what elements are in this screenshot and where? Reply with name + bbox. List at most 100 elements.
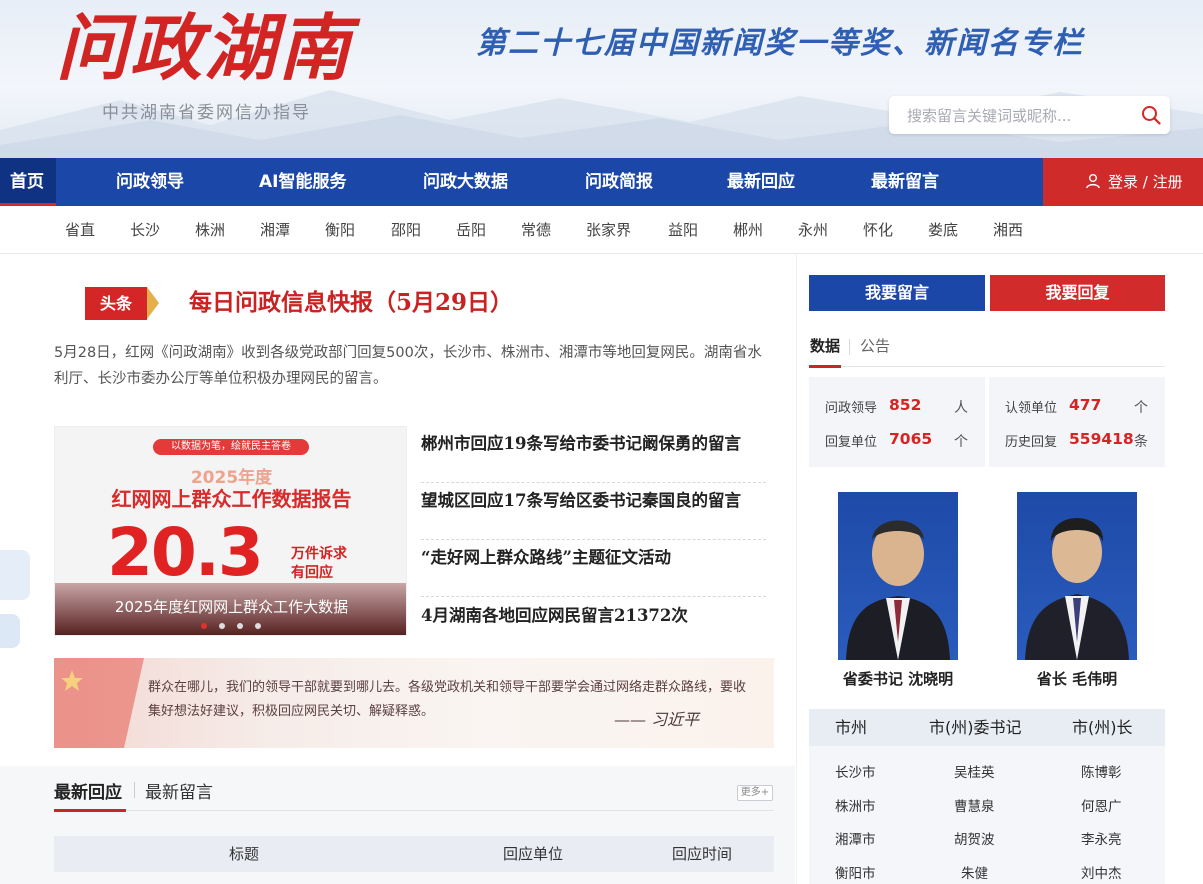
stat-unit: 个 xyxy=(1134,400,1148,416)
award-slogan: 第二十七届中国新闻奖一等奖、新闻名专栏 xyxy=(476,26,1084,61)
news-item[interactable]: “走好网上群众路线”主题征文活动 xyxy=(421,540,766,597)
reply-button[interactable]: 我要回复 xyxy=(990,275,1165,311)
carousel-report-title: 红网网上群众工作数据报告 xyxy=(111,487,352,511)
stat-value: 477 xyxy=(1069,396,1102,414)
carousel-unit: 万件诉求 有回应 xyxy=(291,545,347,583)
column-secretary: 市(州)委书记 xyxy=(929,718,1022,737)
stat-label: 回复单位 xyxy=(825,435,878,450)
login-register-link[interactable]: 登录 / 注册 xyxy=(1108,158,1183,206)
stat-label: 历史回复 xyxy=(1005,435,1058,450)
city-name[interactable]: 湘潭市 xyxy=(835,828,876,848)
city-link[interactable]: 永州 xyxy=(798,206,828,254)
stat-unit: 条 xyxy=(1134,434,1148,450)
tab-latest-message[interactable]: 最新留言 xyxy=(145,778,213,803)
city-link[interactable]: 湘潭 xyxy=(260,206,290,254)
headline-tag-tip xyxy=(147,287,159,319)
tab-active-underline xyxy=(809,365,841,368)
nav-item-latest-message[interactable]: 最新留言 xyxy=(871,158,939,206)
carousel-chip: 以数据为笔，绘就民主答卷 xyxy=(153,439,309,455)
tab-baseline xyxy=(54,810,774,811)
column-time: 回应时间 xyxy=(672,845,733,863)
city-name[interactable]: 长沙市 xyxy=(835,761,876,781)
secretary-name[interactable]: 胡贺波 xyxy=(954,828,995,848)
tab-data[interactable]: 数据 xyxy=(810,335,840,356)
news-item[interactable]: 望城区回应17条写给区委书记秦国良的留言 xyxy=(421,483,766,540)
quote-signature: —— 习近平 xyxy=(614,710,700,729)
tab-divider xyxy=(849,339,850,355)
secretary-name[interactable]: 朱健 xyxy=(961,862,988,882)
nav-item-latest-response[interactable]: 最新回应 xyxy=(727,158,795,206)
stats-box-left xyxy=(809,377,985,467)
city-link[interactable]: 常德 xyxy=(521,206,551,254)
news-item[interactable]: 4月湖南各地回应网民留言21372次 xyxy=(421,598,766,655)
city-name[interactable]: 衡阳市 xyxy=(835,862,876,882)
headline-tag: 头条 xyxy=(85,287,147,320)
image-carousel[interactable]: 以数据为笔，绘就民主答卷 2025年度 红网网上群众工作数据报告 20.3 万件… xyxy=(54,426,407,636)
stat-label: 问政领导 xyxy=(825,401,878,416)
city-name[interactable]: 株洲市 xyxy=(835,795,876,815)
mayor-name[interactable]: 何恩广 xyxy=(1081,795,1122,815)
headline-title[interactable]: 每日问政信息快报（5月29日） xyxy=(189,284,513,322)
carousel-caption[interactable]: 2025年度红网网上群众工作大数据 xyxy=(55,596,406,617)
headline-summary: 5月28日，红网《问政湖南》收到各级党政部门回复500次，长沙市、株洲市、湘潭市… xyxy=(54,345,762,387)
logo-subtitle: 中共湖南省委网信办指导 xyxy=(102,103,311,123)
column-unit: 回应单位 xyxy=(503,845,564,863)
carousel-dot[interactable] xyxy=(201,623,207,629)
carousel-unit-line2: 有回应 xyxy=(291,565,333,581)
mayor-name[interactable]: 刘中杰 xyxy=(1081,862,1122,882)
carousel-big-number: 20.3 xyxy=(107,514,264,591)
city-link[interactable]: 张家界 xyxy=(586,206,631,254)
city-link[interactable]: 益阳 xyxy=(668,206,698,254)
city-link[interactable]: 湘西 xyxy=(993,206,1023,254)
nav-item-briefing[interactable]: 问政简报 xyxy=(585,158,653,206)
portrait-silhouette xyxy=(846,520,950,660)
site-logo[interactable]: 问政湖南 xyxy=(56,0,352,96)
nav-item-leaders[interactable]: 问政领导 xyxy=(116,158,184,206)
tab-notice[interactable]: 公告 xyxy=(860,335,890,356)
user-icon[interactable] xyxy=(1085,173,1101,189)
tab-divider xyxy=(134,782,135,798)
search-icon[interactable] xyxy=(1141,105,1161,125)
leader-photo[interactable] xyxy=(838,492,958,660)
stat-label: 认领单位 xyxy=(1005,401,1058,416)
carousel-dot[interactable] xyxy=(255,623,261,629)
more-button[interactable]: 更多+ xyxy=(737,785,773,801)
city-link[interactable]: 邵阳 xyxy=(391,206,421,254)
city-link[interactable]: 岳阳 xyxy=(456,206,486,254)
tab-latest-response[interactable]: 最新回应 xyxy=(54,778,122,803)
carousel-dot[interactable] xyxy=(237,623,243,629)
city-link[interactable]: 省直 xyxy=(65,206,95,254)
stat-unit: 人 xyxy=(954,400,968,416)
leader-caption[interactable]: 省长 毛伟明 xyxy=(997,668,1157,689)
nav-item-home[interactable]: 首页 xyxy=(10,158,44,206)
column-city: 市州 xyxy=(835,718,868,737)
column-title: 标题 xyxy=(229,845,260,863)
leader-caption[interactable]: 省委书记 沈晓明 xyxy=(818,668,978,689)
nav-item-ai-service[interactable]: AI智能服务 xyxy=(259,158,346,206)
leader-photo[interactable] xyxy=(1017,492,1137,660)
nav-wedge xyxy=(1013,158,1043,206)
mayor-name[interactable]: 李永亮 xyxy=(1081,828,1122,848)
secretary-name[interactable]: 吴桂英 xyxy=(954,761,995,781)
carousel-dot[interactable] xyxy=(219,623,225,629)
search-box[interactable]: 搜索留言关键词或昵称... xyxy=(889,96,1170,134)
tab-baseline xyxy=(809,366,1165,367)
flag-decoration xyxy=(54,658,144,748)
tab-active-underline xyxy=(54,809,126,812)
portrait-silhouette xyxy=(1025,518,1129,660)
city-link[interactable]: 长沙 xyxy=(130,206,160,254)
secretary-name[interactable]: 曹慧泉 xyxy=(954,795,995,815)
stats-box-right xyxy=(989,377,1165,467)
city-link[interactable]: 衡阳 xyxy=(325,206,355,254)
city-link[interactable]: 郴州 xyxy=(733,206,763,254)
quote-banner: 群众在哪儿，我们的领导干部就要到哪儿去。各级党政机关和领导干部要学会通过网络走群… xyxy=(54,658,774,748)
search-input[interactable]: 搜索留言关键词或昵称... xyxy=(907,105,1071,126)
mayor-name[interactable]: 陈博彰 xyxy=(1081,761,1122,781)
news-item[interactable]: 郴州市回应19条写给市委书记阚保勇的留言 xyxy=(421,426,766,483)
city-link[interactable]: 娄底 xyxy=(928,206,958,254)
nav-item-big-data[interactable]: 问政大数据 xyxy=(423,158,508,206)
city-link[interactable]: 株洲 xyxy=(195,206,225,254)
stat-value: 852 xyxy=(889,396,922,414)
city-link[interactable]: 怀化 xyxy=(863,206,893,254)
leave-message-button[interactable]: 我要留言 xyxy=(809,275,985,311)
